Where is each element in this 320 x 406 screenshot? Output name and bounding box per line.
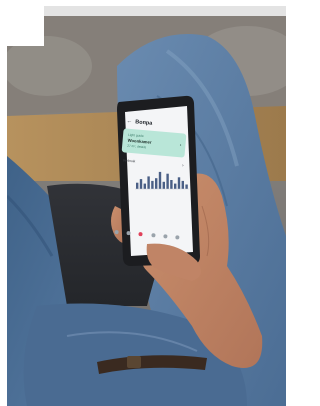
nav-item-icon[interactable] [126, 230, 131, 236]
nav-item-icon[interactable] [175, 235, 180, 240]
chevron-right-icon: › [179, 142, 182, 149]
app-header: ← Вопра [126, 119, 153, 127]
bottom-nav [114, 229, 180, 240]
device-card[interactable]: Light guide Woonkamer 27 m², details › [121, 128, 187, 158]
nav-item-icon[interactable] [114, 229, 119, 235]
back-arrow-icon[interactable]: ← [126, 119, 133, 126]
chevron-right-icon: › [181, 162, 184, 168]
usage-label: Verbruik [122, 158, 136, 164]
corner-mask [0, 0, 44, 46]
phone-screen: ← Вопра Light guide Woonkamer 27 m², det… [109, 113, 193, 251]
nav-item-icon[interactable] [138, 232, 144, 237]
card-detail: 27 m², details [127, 143, 147, 150]
nav-item-icon[interactable] [150, 233, 156, 238]
photo-frame: ← Вопра Light guide Woonkamer 27 m², det… [0, 0, 286, 406]
nav-item-icon[interactable] [163, 234, 168, 239]
screen-title: Вопра [134, 119, 153, 127]
